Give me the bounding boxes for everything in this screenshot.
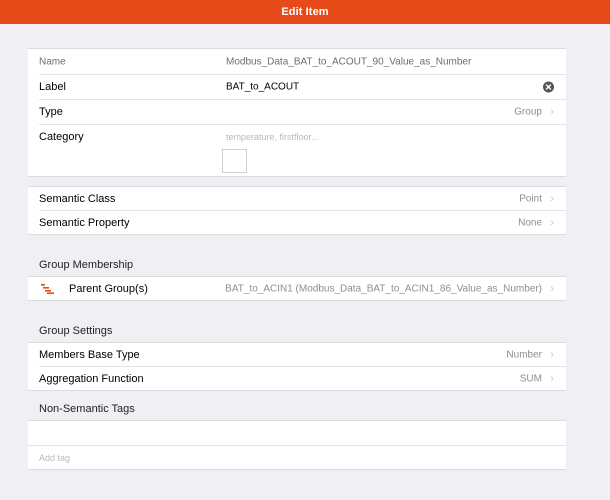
name-row: Name Modbus_Data_BAT_to_ACOUT_90_Value_a… [28,49,566,74]
aggregation-function-label: Aggregation Function [39,372,144,385]
chevron-right-icon: › [550,372,554,385]
group-membership-title: Group Membership [39,259,134,271]
navbar: Edit Item [0,0,610,24]
list-icon [41,284,55,294]
category-icon-box[interactable] [222,149,247,173]
group-settings-list: Members Base Type Number › Aggregation F… [28,342,566,391]
members-base-type-row[interactable]: Members Base Type Number › [28,343,566,366]
clear-circle-icon[interactable] [543,81,554,93]
non-semantic-tags-title: Non-Semantic Tags [39,403,135,415]
aggregation-function-value: SUM [519,373,542,384]
semantic-class-row[interactable]: Semantic Class Point › [28,187,566,210]
semantic-property-label: Semantic Property [39,216,130,229]
members-base-type-label: Members Base Type [39,348,140,361]
chevron-right-icon: › [550,282,554,295]
type-value: Group [514,106,542,118]
label-input[interactable]: BAT_to_ACOUT [226,82,299,93]
label-row[interactable]: Label BAT_to_ACOUT [28,75,566,99]
semantic-class-label: Semantic Class [39,192,116,205]
add-tag-row[interactable]: Add tag [28,446,566,469]
type-label: Type [39,106,63,118]
name-label: Name [39,56,66,67]
semantic-property-row[interactable]: Semantic Property None › [28,211,566,234]
aggregation-function-row[interactable]: Aggregation Function SUM › [28,367,566,390]
item-details-list: Name Modbus_Data_BAT_to_ACOUT_90_Value_a… [28,48,566,177]
type-row[interactable]: Type Group › [28,100,566,124]
tags-list: Add tag [28,420,566,470]
tags-chip-area [28,421,566,445]
parent-groups-row[interactable]: Parent Group(s) BAT_to_ACIN1 (Modbus_Dat… [28,277,566,300]
semantic-class-value: Point [519,193,542,204]
chevron-right-icon: › [550,216,554,229]
semantics-list: Semantic Class Point › Semantic Property… [28,186,566,235]
parent-groups-value: BAT_to_ACIN1 (Modbus_Data_BAT_to_ACIN1_8… [225,283,542,294]
semantic-property-value: None [518,217,542,228]
chevron-right-icon: › [550,192,554,205]
chevron-right-icon: › [550,106,554,118]
label-label: Label [39,81,66,93]
category-input[interactable]: temperature, firstfloor... [226,132,319,142]
name-value: Modbus_Data_BAT_to_ACOUT_90_Value_as_Num… [226,56,472,67]
members-base-type-value: Number [506,349,542,360]
page-title: Edit Item [281,6,329,18]
chevron-right-icon: › [550,348,554,361]
group-membership-list: Parent Group(s) BAT_to_ACIN1 (Modbus_Dat… [28,276,566,301]
parent-groups-label: Parent Group(s) [69,282,148,295]
add-tag-input[interactable]: Add tag [39,453,70,463]
category-row[interactable]: Category temperature, firstfloor... [28,125,566,176]
category-label: Category [39,131,84,143]
group-settings-title: Group Settings [39,325,113,337]
